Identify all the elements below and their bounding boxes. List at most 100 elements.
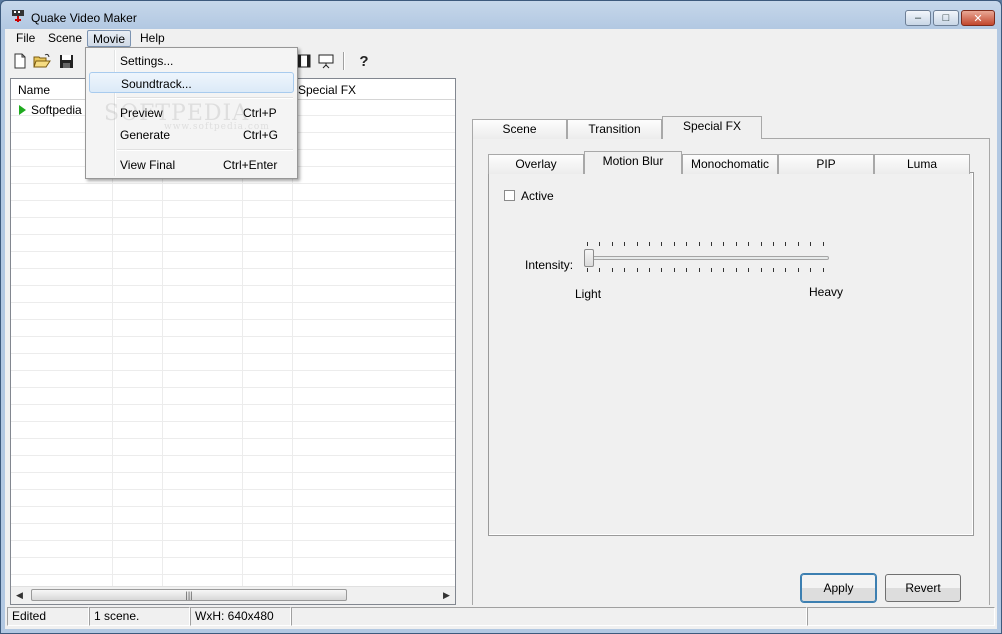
grid-row-line xyxy=(11,490,455,507)
slider-tick xyxy=(785,242,786,246)
status-scene-count: 1 scene. xyxy=(89,607,190,626)
slider-tick xyxy=(773,242,774,246)
menu-item-view-final[interactable]: View Final Ctrl+Enter xyxy=(89,154,294,175)
grid-row-line xyxy=(11,473,455,490)
menu-bar: File Scene Movie Help xyxy=(5,29,997,49)
app-window: Quake Video Maker – □ ✕ File Scene Movie… xyxy=(0,0,1002,634)
revert-button[interactable]: Revert xyxy=(885,574,961,602)
slider-tick xyxy=(624,242,625,246)
slider-tick xyxy=(661,268,662,272)
grid-row-line xyxy=(11,235,455,252)
slider-tick xyxy=(587,242,588,246)
window-title: Quake Video Maker xyxy=(31,11,137,25)
slider-tick xyxy=(785,268,786,272)
slider-tick xyxy=(637,268,638,272)
intensity-slider-thumb[interactable] xyxy=(584,249,594,267)
menu-item-soundtrack[interactable]: Soundtrack... xyxy=(89,72,294,93)
slider-tick xyxy=(612,268,613,272)
column-header-special-fx[interactable]: Special FX xyxy=(298,83,356,97)
slider-tick xyxy=(761,242,762,246)
slider-tick xyxy=(612,242,613,246)
slider-tick xyxy=(661,242,662,246)
tab-pip[interactable]: PIP xyxy=(778,154,874,174)
slider-tick xyxy=(711,268,712,272)
slider-tick xyxy=(761,268,762,272)
app-icon xyxy=(12,10,24,22)
menu-separator xyxy=(117,97,293,99)
new-icon[interactable] xyxy=(11,52,29,70)
scroll-thumb[interactable]: ||| xyxy=(31,589,347,601)
menu-movie[interactable]: Movie xyxy=(87,30,132,47)
scroll-left-icon[interactable]: ◀ xyxy=(16,590,23,601)
apply-button[interactable]: Apply xyxy=(801,574,876,602)
status-pane-empty xyxy=(291,607,807,626)
minimize-button[interactable]: – xyxy=(905,10,931,26)
slider-tick xyxy=(674,268,675,272)
grid-row-line xyxy=(11,218,455,235)
menu-scene[interactable]: Scene xyxy=(43,30,87,47)
intensity-max-label: Heavy xyxy=(809,285,844,299)
tab-transition[interactable]: Transition xyxy=(567,119,662,139)
slider-tick xyxy=(686,268,687,272)
menu-item-label: View Final xyxy=(120,158,176,172)
slider-tick xyxy=(823,242,824,246)
menu-item-shortcut: Ctrl+Enter xyxy=(223,158,278,172)
intensity-label: Intensity: xyxy=(525,258,574,272)
grid-row-line xyxy=(11,337,455,354)
title-bar[interactable]: Quake Video Maker – □ ✕ xyxy=(1,1,1001,29)
presentation-icon[interactable] xyxy=(317,52,335,70)
scroll-right-icon[interactable]: ▶ xyxy=(443,590,450,601)
properties-panel: Active Intensity: Light Heavy Overlay Mo… xyxy=(464,78,996,614)
open-icon[interactable] xyxy=(33,52,51,70)
tab-special-fx[interactable]: Special FX xyxy=(662,116,762,139)
special-fx-pane: Active Intensity: Light Heavy Overlay Mo… xyxy=(472,138,990,611)
grid-row-line xyxy=(11,371,455,388)
grid-row-line xyxy=(11,388,455,405)
grid-row-line xyxy=(11,354,455,371)
slider-tick xyxy=(599,242,600,246)
tab-luma[interactable]: Luma xyxy=(874,154,970,174)
tab-motion-blur[interactable]: Motion Blur xyxy=(584,151,682,174)
intensity-min-label: Light xyxy=(575,287,602,301)
slider-tick xyxy=(736,268,737,272)
slider-tick xyxy=(798,268,799,272)
grid-row-line xyxy=(11,524,455,541)
menu-item-label: Soundtrack... xyxy=(121,77,192,91)
slider-tick xyxy=(748,268,749,272)
grid-row-line xyxy=(11,201,455,218)
active-checkbox[interactable] xyxy=(504,190,515,201)
slider-tick xyxy=(699,242,700,246)
tab-scene[interactable]: Scene xyxy=(472,119,567,139)
toolbar-separator xyxy=(343,52,345,70)
save-icon[interactable] xyxy=(57,52,75,70)
tab-overlay[interactable]: Overlay xyxy=(488,154,584,174)
grid-row-line xyxy=(11,507,455,524)
grid-row-line xyxy=(11,558,455,575)
slider-tick xyxy=(699,268,700,272)
slider-tick xyxy=(649,268,650,272)
grid-row-line xyxy=(11,422,455,439)
grid-row-line xyxy=(11,303,455,320)
status-bar: Edited 1 scene. WxH: 640x480 xyxy=(5,605,997,627)
slider-tick xyxy=(810,268,811,272)
menu-item-settings[interactable]: Settings... xyxy=(89,50,294,71)
menu-file[interactable]: File xyxy=(11,30,40,47)
close-button[interactable]: ✕ xyxy=(961,10,995,26)
slider-tick xyxy=(686,242,687,246)
grid-row-line xyxy=(11,252,455,269)
grid-row-line xyxy=(11,405,455,422)
slider-tick xyxy=(711,242,712,246)
grid-row-line xyxy=(11,320,455,337)
status-edited: Edited xyxy=(7,607,89,626)
help-icon[interactable]: ? xyxy=(355,52,373,70)
column-header-name[interactable]: Name xyxy=(18,83,50,97)
slider-tick xyxy=(624,268,625,272)
horizontal-scrollbar[interactable]: ◀ ||| ▶ xyxy=(11,586,455,604)
intensity-track[interactable] xyxy=(584,256,829,260)
maximize-button[interactable]: □ xyxy=(933,10,959,26)
tab-monochomatic[interactable]: Monochomatic xyxy=(682,154,778,174)
play-icon xyxy=(19,105,26,115)
slider-tick xyxy=(773,268,774,272)
menu-help[interactable]: Help xyxy=(135,30,170,47)
motion-blur-pane: Active Intensity: Light Heavy xyxy=(488,172,974,536)
